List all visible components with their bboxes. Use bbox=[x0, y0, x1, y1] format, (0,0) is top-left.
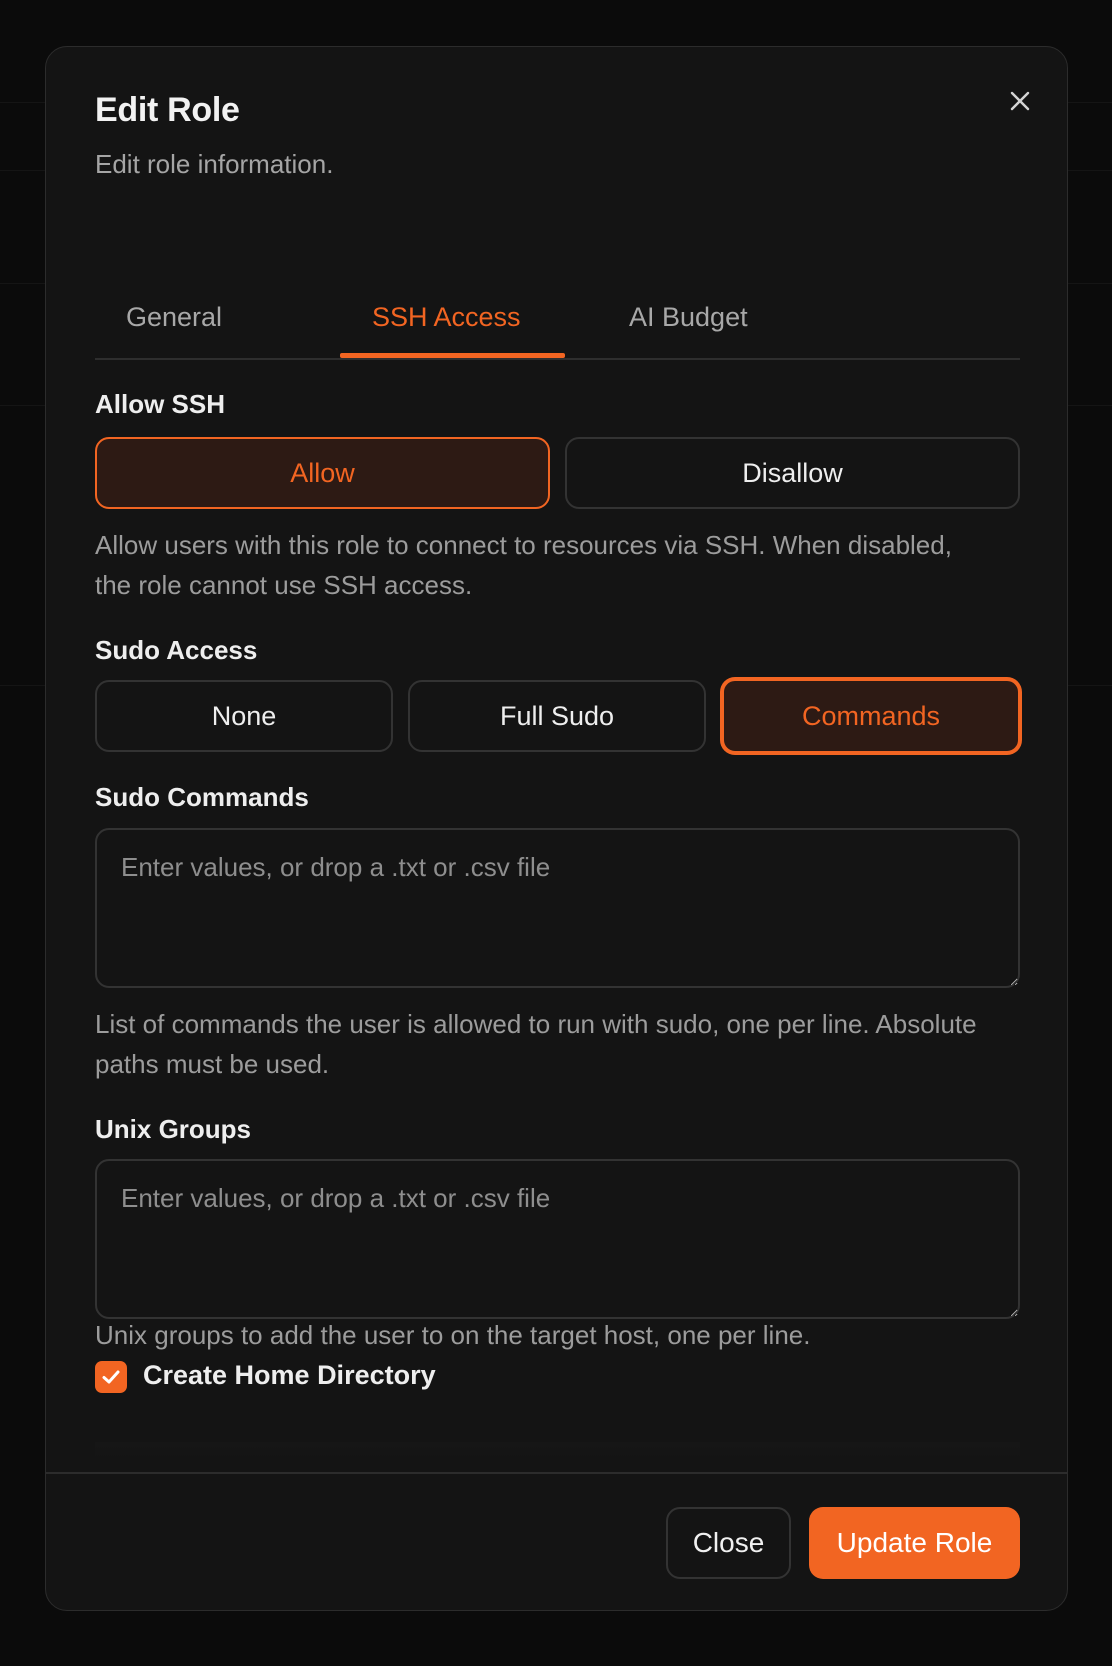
sudo-commands-label: Sudo Commands bbox=[95, 782, 309, 812]
sudo-full-button[interactable]: Full Sudo bbox=[408, 680, 706, 752]
unix-groups-label: Unix Groups bbox=[95, 1114, 252, 1144]
dialog-title: Edit Role bbox=[95, 91, 240, 129]
create-home-checkbox[interactable] bbox=[95, 1361, 127, 1393]
tab-bar: General SSH Access AI Budget bbox=[95, 257, 1020, 360]
update-role-button[interactable]: Update Role bbox=[809, 1507, 1020, 1579]
dialog-subtitle: Edit role information. bbox=[95, 149, 334, 179]
sudo-commands-input[interactable] bbox=[95, 828, 1020, 988]
unix-groups-help: Unix groups to add the user to on the ta… bbox=[95, 1320, 811, 1350]
edit-role-dialog: Edit Role Edit role information. General… bbox=[45, 46, 1068, 1611]
sudo-commands-button[interactable]: Commands bbox=[721, 678, 1021, 754]
create-home-label[interactable]: Create Home Directory bbox=[143, 1360, 436, 1391]
tab-ai-budget[interactable]: AI Budget bbox=[629, 302, 748, 333]
allow-ssh-allow-button[interactable]: Allow bbox=[95, 437, 550, 509]
tab-general[interactable]: General bbox=[126, 302, 222, 333]
dialog-footer: Close Update Role bbox=[46, 1472, 1067, 1610]
scroll-fade bbox=[95, 1442, 1020, 1462]
check-icon bbox=[102, 1370, 120, 1384]
active-tab-indicator bbox=[340, 353, 565, 358]
unix-groups-input[interactable] bbox=[95, 1159, 1020, 1319]
close-dialog-button[interactable] bbox=[1002, 83, 1038, 119]
allow-ssh-label: Allow SSH bbox=[95, 389, 226, 419]
allow-ssh-disallow-button[interactable]: Disallow bbox=[565, 437, 1020, 509]
close-icon bbox=[1010, 91, 1030, 111]
close-button[interactable]: Close bbox=[666, 1507, 791, 1579]
sudo-commands-help: List of commands the user is allowed to … bbox=[95, 1009, 977, 1079]
tab-ssh-access[interactable]: SSH Access bbox=[372, 302, 521, 333]
sudo-none-button[interactable]: None bbox=[95, 680, 393, 752]
allow-ssh-help: Allow users with this role to connect to… bbox=[95, 530, 952, 600]
sudo-access-label: Sudo Access bbox=[95, 635, 258, 665]
